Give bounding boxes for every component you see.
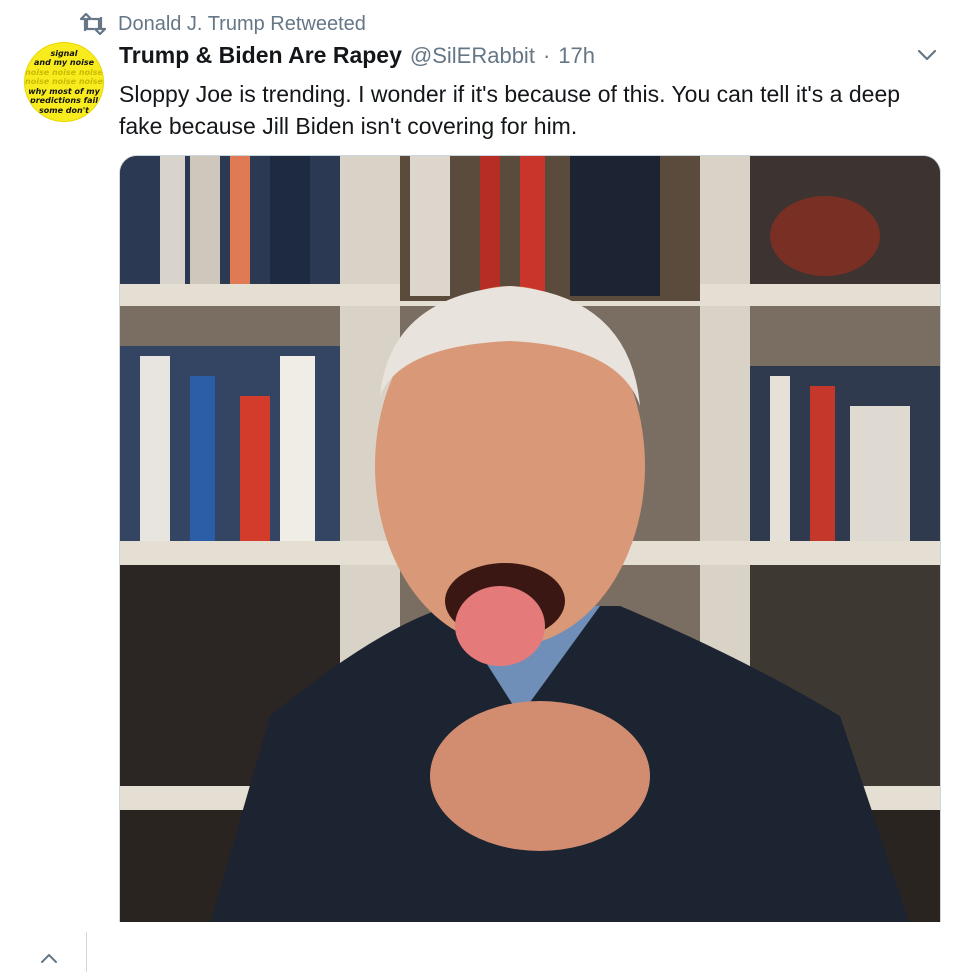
avatar-text-line: why most of my [28, 86, 100, 96]
tweet-media[interactable] [119, 155, 941, 924]
tweet-timestamp[interactable]: 17h [558, 43, 595, 69]
avatar-text-line: and my noise [33, 58, 95, 68]
media-photo [120, 156, 940, 924]
avatar-text-line: noise noise noise [25, 67, 103, 77]
chevron-down-icon[interactable] [914, 42, 940, 68]
bottom-bar [0, 922, 980, 972]
header-separator: · [542, 43, 551, 68]
retweet-context[interactable]: Donald J. Trump Retweeted [80, 10, 366, 38]
retweet-icon [80, 13, 106, 35]
tweet-text: Sloppy Joe is trending. I wonder if it's… [119, 81, 901, 139]
tweet-header: Trump & Biden Are Rapey @SilERabbit · 17… [119, 42, 595, 74]
avatar[interactable]: signal and my noise noise noise noise no… [24, 42, 104, 122]
chevron-up-icon[interactable] [38, 950, 60, 966]
author-display-name[interactable]: Trump & Biden Are Rapey [119, 42, 402, 69]
avatar-text-line: noise noise noise [25, 77, 103, 87]
retweet-label[interactable]: Donald J. Trump Retweeted [118, 13, 366, 36]
avatar-text-line: some don't [39, 105, 89, 115]
author-handle[interactable]: @SilERabbit [410, 43, 535, 69]
tweet-page: Donald J. Trump Retweeted signal and my … [0, 0, 980, 972]
avatar-text-line: signal [50, 48, 78, 58]
avatar-text-line: predictions fail [30, 96, 98, 106]
divider [86, 932, 87, 972]
